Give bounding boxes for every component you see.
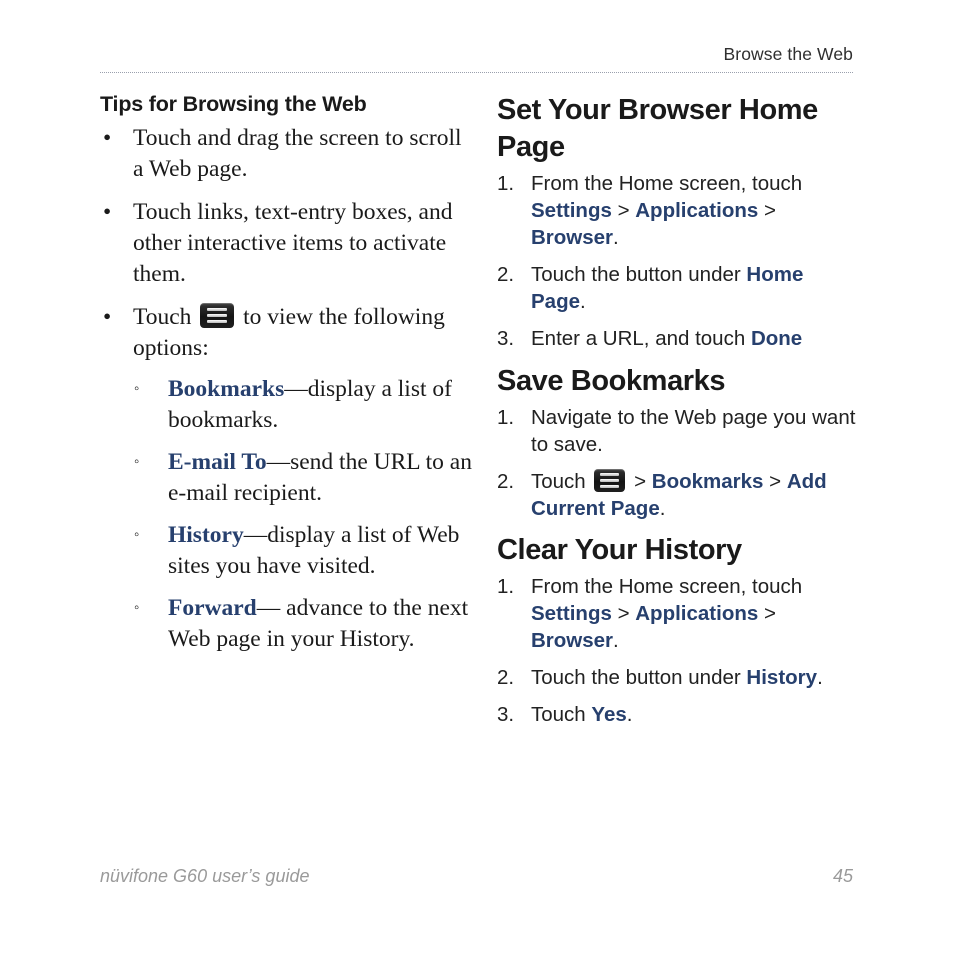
menu-icon[interactable]: [200, 303, 235, 329]
right-column: Set Your Browser Home Page 1. From the H…: [497, 92, 857, 738]
ui-keyword: Home Page: [531, 263, 804, 314]
steps-clear-history: 1. From the Home screen, touch Settings …: [497, 573, 857, 728]
list-item: • Touch links, text-entry boxes, and oth…: [100, 197, 472, 289]
menu-icon-bar: [207, 320, 228, 324]
menu-icon-bar: [600, 484, 620, 488]
list-item: 2. Touch > Bookmarks > Add Current Page.: [497, 468, 857, 522]
step-number: 1.: [497, 574, 515, 598]
steps-set-home-page: 1. From the Home screen, touch Settings …: [497, 170, 857, 352]
manual-page: Browse the Web Tips for Browsing the Web…: [0, 0, 954, 954]
header-divider: [100, 72, 853, 74]
list-item-text: Touch and drag the screen to scroll a We…: [133, 125, 462, 182]
step-number: 2.: [497, 469, 515, 493]
list-item-text: Touch links, text-entry boxes, and other…: [133, 199, 453, 287]
ui-keyword: Settings: [531, 601, 612, 625]
bullet-marker: •: [103, 125, 112, 152]
running-header: Browse the Web: [100, 44, 853, 65]
list-item: 2. Touch the button under Home Page.: [497, 261, 857, 315]
ui-keyword: Done: [750, 327, 803, 351]
step-text: Touch > Bookmarks > Add Current Page.: [531, 468, 827, 520]
menu-options-sublist: ◦ Bookmarks—display a list of bookmarks.…: [133, 374, 472, 654]
step-number: 1.: [497, 172, 515, 196]
footer-page-number: 45: [832, 866, 853, 886]
step-number: 2.: [497, 263, 515, 287]
section-heading-set-home-page: Set Your Browser Home Page: [497, 94, 818, 164]
menu-icon[interactable]: [594, 468, 626, 492]
menu-icon-bar: [207, 314, 228, 318]
menu-icon-bar: [600, 478, 620, 482]
step-number: 3.: [497, 703, 515, 727]
step-number: 1.: [497, 405, 515, 429]
step-text: Touch the button under Home Page.: [531, 263, 804, 314]
ui-keyword: Applications: [635, 199, 759, 223]
list-item: ◦ Bookmarks—display a list of bookmarks.: [133, 374, 472, 435]
bullet-marker: •: [103, 199, 112, 226]
list-item: 3. Enter a URL, and touch Done: [497, 325, 857, 352]
running-header-text: Browse the Web: [723, 44, 853, 64]
left-column-heading: Tips for Browsing the Web: [100, 92, 367, 116]
step-number: 3.: [497, 327, 515, 351]
ui-keyword: Applications: [635, 601, 759, 625]
list-item: ◦ Forward— advance to the next Web page …: [133, 593, 472, 654]
list-item: 1. Navigate to the Web page you want to …: [497, 404, 857, 458]
option-term: Bookmarks: [168, 376, 285, 403]
subbullet-marker: ◦: [134, 527, 140, 544]
option-term: History: [168, 522, 244, 549]
ui-keyword: Settings: [531, 199, 612, 223]
menu-icon-bar: [600, 472, 620, 476]
ui-keyword: Yes: [591, 703, 627, 727]
list-item: 1. From the Home screen, touch Settings …: [497, 573, 857, 654]
ui-keyword: Browser: [531, 226, 614, 250]
menu-icon-bar: [207, 308, 228, 312]
step-text: Touch the button under History.: [531, 666, 823, 690]
subbullet-marker: ◦: [134, 454, 140, 471]
ui-keyword: History: [746, 666, 818, 690]
list-item-text-before-icon: Touch: [133, 304, 198, 331]
footer-document-title: nüvifone G60 user’s guide: [100, 866, 310, 886]
tips-bullet-list: • Touch and drag the screen to scroll a …: [100, 123, 472, 654]
option-term: Forward: [168, 595, 257, 622]
option-term: E-mail To: [168, 449, 267, 476]
list-item: 1. From the Home screen, touch Settings …: [497, 170, 857, 251]
step-text: Enter a URL, and touch Done: [531, 327, 803, 351]
section-heading-clear-history: Clear Your History: [497, 533, 742, 566]
left-column: Tips for Browsing the Web • Touch and dr…: [100, 92, 472, 668]
section-heading-save-bookmarks: Save Bookmarks: [497, 364, 726, 397]
ui-keyword: Bookmarks: [651, 469, 764, 493]
step-text: Touch Yes.: [531, 703, 633, 727]
list-item: 2. Touch the button under History.: [497, 664, 857, 691]
step-text: Navigate to the Web page you want to sav…: [531, 405, 856, 456]
list-item: ◦ History—display a list of Web sites yo…: [133, 520, 472, 581]
bullet-marker: •: [103, 304, 112, 331]
steps-save-bookmarks: 1. Navigate to the Web page you want to …: [497, 404, 857, 522]
list-item: ◦ E-mail To—send the URL to an e-mail re…: [133, 447, 472, 508]
list-item: 3. Touch Yes.: [497, 701, 857, 728]
step-text: From the Home screen, touch Settings > A…: [531, 574, 803, 652]
subbullet-marker: ◦: [134, 381, 140, 398]
subbullet-marker: ◦: [134, 600, 140, 617]
list-item: • Touch to view the following options: ◦…: [100, 302, 472, 654]
step-text: From the Home screen, touch Settings > A…: [531, 172, 803, 250]
list-item: • Touch and drag the screen to scroll a …: [100, 123, 472, 184]
ui-keyword: Browser: [531, 629, 614, 652]
step-number: 2.: [497, 666, 515, 690]
